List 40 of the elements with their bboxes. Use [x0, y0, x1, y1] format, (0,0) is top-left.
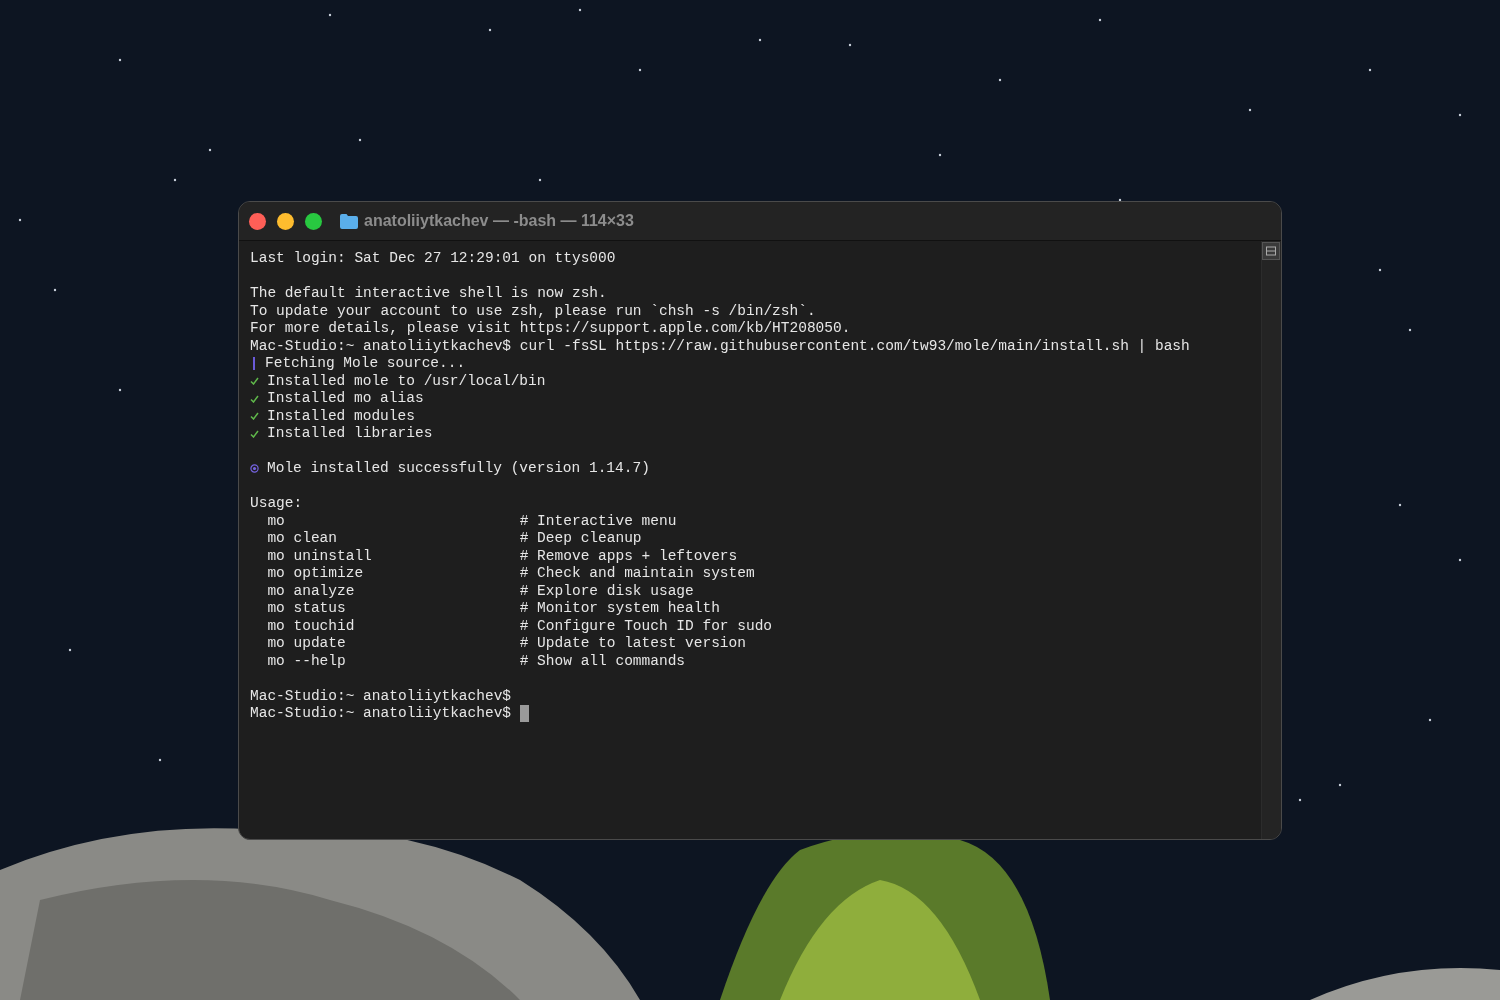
usage-command: mo clean	[266, 530, 338, 548]
terminal-line: Last login: Sat Dec 27 12:29:01 on ttys000	[250, 250, 617, 268]
terminal-line: For more details, please visit https://support.apple.com/kb/HT208050.	[250, 320, 852, 338]
usage-comment: # Deep cleanup	[519, 530, 642, 548]
zoom-button[interactable]	[305, 212, 322, 230]
usage-command: mo analyze	[266, 582, 356, 600]
usage-comment: # Monitor system health	[519, 600, 720, 618]
usage-command: mo --help	[266, 652, 347, 670]
terminal-line: To update your account to use zsh, please run `chsh -s /bin/zsh`.	[250, 302, 817, 320]
usage-comment: # Show all commands	[519, 652, 686, 670]
close-button[interactable]	[249, 212, 266, 230]
usage-command: mo uninstall	[266, 547, 373, 565]
terminal-line: Installed modules	[267, 407, 415, 425]
terminal-line: Installed mole to /usr/local/bin	[267, 372, 546, 390]
usage-command: mo status	[266, 600, 347, 618]
usage-command: mo touchid	[266, 617, 356, 635]
terminal-line: Installed libraries	[267, 425, 433, 443]
usage-comment: # Update to latest version	[519, 635, 746, 653]
usage-comment: # Explore disk usage	[519, 582, 694, 600]
usage-comment: # Interactive menu	[519, 512, 677, 530]
shell-prompt: Mac-Studio:~ anatoliiytkachev$	[250, 687, 512, 705]
minimize-button[interactable]	[277, 212, 294, 230]
window-title: anatoliiytkachev — -bash — 114×33	[364, 212, 634, 230]
terminal-line: The default interactive shell is now zsh.	[250, 285, 608, 303]
terminal-line: Usage:	[250, 495, 304, 513]
shell-prompt: Mac-Studio:~ anatoliiytkachev$	[250, 705, 512, 723]
terminal-line: Mac-Studio:~ anatoliiytkachev$ curl -fsSL https://raw.githubusercontent.com/tw93/mole/main/install.sh | bash	[250, 337, 1191, 355]
usage-command: mo optimize	[266, 565, 365, 583]
usage-comment: # Remove apps + leftovers	[519, 547, 738, 565]
text-cursor	[520, 705, 530, 723]
usage-comment: # Check and maintain system	[519, 565, 755, 583]
usage-command: mo update	[266, 635, 347, 653]
terminal-line: Installed mo alias	[267, 390, 424, 408]
usage-command: mo	[266, 512, 286, 530]
target-icon	[250, 464, 259, 474]
terminal-line: Mole installed successfully (version 1.14.7)	[267, 460, 650, 478]
folder-icon	[340, 213, 358, 229]
split-pane-icon[interactable]	[1262, 242, 1280, 260]
usage-comment: # Configure Touch ID for sudo	[519, 617, 773, 635]
terminal-line: Fetching Mole source...	[265, 355, 466, 373]
